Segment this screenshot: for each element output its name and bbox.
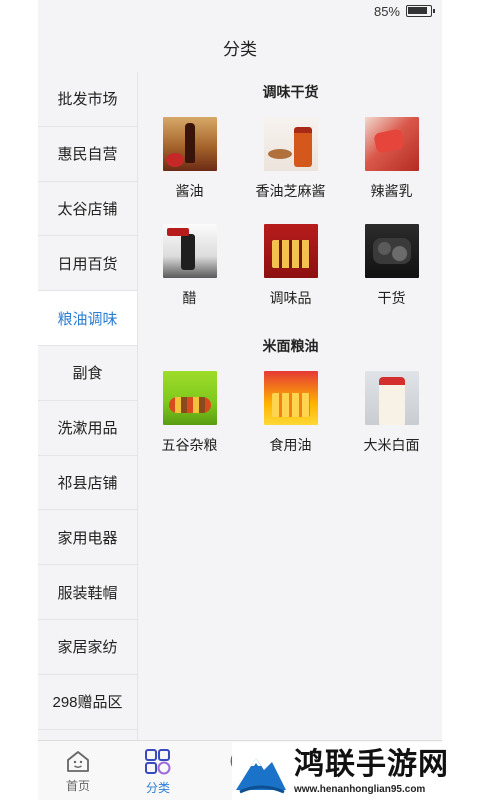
category-grid: 五谷杂粮 食用油 大米白面 (139, 366, 442, 473)
sidebar-item-label: 日用百货 (57, 255, 118, 273)
category-item-sesame-paste[interactable]: 香油芝麻酱 (240, 112, 341, 219)
category-item-label: 五谷杂粮 (161, 437, 218, 453)
seasoning-image (263, 224, 318, 278)
category-item-soy-sauce[interactable]: 酱油 (139, 112, 240, 219)
category-icon (145, 749, 171, 775)
tab-category[interactable]: 分类 (118, 741, 198, 800)
watermark-url: www.henanhonglian95.com (294, 783, 426, 795)
sidebar-item-grain-oil-seasoning[interactable]: 粮油调味 (38, 291, 137, 346)
page-header: 分类 (38, 22, 442, 72)
category-item-label: 酱油 (175, 183, 204, 199)
watermark-title: 鸿联手游网 (294, 746, 449, 782)
tab-label: 分类 (145, 781, 170, 795)
category-item-label: 醋 (182, 290, 197, 306)
category-item-seasoning[interactable]: 调味品 (240, 219, 341, 326)
category-item-vinegar[interactable]: 醋 (139, 219, 240, 326)
section-title-rice-flour-oil: 米面粮油 (262, 338, 319, 354)
page-title: 分类 (223, 39, 257, 59)
sidebar-item-label: 祁县店铺 (57, 474, 118, 492)
category-item-rice-flour[interactable]: 大米白面 (341, 366, 442, 473)
sidebar-item-daily-goods[interactable]: 日用百货 (38, 236, 137, 292)
app-screen: 85% 分类 批发市场 惠民自营 太谷店铺 日用百货 粮油调味 副食 洗漱用品 … (38, 0, 442, 800)
soy-sauce-image (162, 117, 217, 171)
sidebar-item-clothing-shoes-hats[interactable]: 服装鞋帽 (38, 565, 137, 620)
section-title-seasoning-dried: 调味干货 (262, 84, 319, 100)
category-item-grains[interactable]: 五谷杂粮 (139, 366, 240, 473)
sidebar-item-wholesale-market[interactable]: 批发市场 (38, 72, 137, 127)
grains-image (162, 371, 217, 425)
tab-home[interactable]: 首页 (38, 741, 118, 800)
sidebar-item-label: 粮油调味 (57, 310, 118, 328)
sidebar-item-label: 家居家纺 (57, 639, 118, 657)
home-icon (67, 751, 89, 772)
cooking-oil-image (263, 371, 318, 425)
category-item-label: 大米白面 (363, 437, 420, 453)
vinegar-image (162, 224, 217, 278)
category-sidebar: 批发市场 惠民自营 太谷店铺 日用百货 粮油调味 副食 洗漱用品 祁县店铺 家用… (38, 72, 138, 740)
battery-icon (406, 5, 435, 17)
sidebar-item-label: 太谷店铺 (57, 200, 118, 218)
sidebar-item-qixian-stores[interactable]: 祁县店铺 (38, 455, 137, 511)
category-item-label: 调味品 (269, 290, 312, 306)
sidebar-item-label: 家用电器 (57, 529, 118, 547)
watermark: 鸿联手游网 www.henanhonglian95.com (232, 742, 480, 800)
dried-goods-image (364, 224, 419, 278)
rice-flour-image (364, 371, 419, 425)
sesame-paste-image (263, 117, 318, 171)
sidebar-item-label: 洗漱用品 (57, 420, 118, 438)
sidebar-item-label: 批发市场 (57, 91, 118, 109)
sidebar-item-taigu-stores[interactable]: 太谷店铺 (38, 181, 137, 237)
sidebar-item-label: 副食 (72, 365, 103, 383)
tab-label: 首页 (65, 779, 90, 793)
watermark-logo (236, 758, 286, 794)
category-item-dried-goods[interactable]: 干货 (341, 219, 442, 326)
category-item-cooking-oil[interactable]: 食用油 (240, 366, 341, 473)
sidebar-item-huimin-self-run[interactable]: 惠民自营 (38, 126, 137, 182)
sidebar-item-label: 服装鞋帽 (57, 584, 118, 602)
sidebar-item-home-textiles[interactable]: 家居家纺 (38, 619, 137, 675)
category-content: 调味干货 酱油 香油芝麻酱 辣酱乳 醋 调味品 干货 米面粮油 五谷杂粮 食用油… (139, 72, 442, 740)
sidebar-item-label: 298赠品区 (52, 694, 123, 712)
battery-percentage: 85% (373, 4, 400, 19)
sidebar-item-home-appliances[interactable]: 家用电器 (38, 510, 137, 566)
sidebar-item-non-staple-food[interactable]: 副食 (38, 345, 137, 401)
category-item-label: 香油芝麻酱 (255, 183, 326, 199)
spicy-tofu-image (364, 117, 419, 171)
category-item-label: 干货 (377, 290, 406, 306)
sidebar-item-toiletries[interactable]: 洗漱用品 (38, 400, 137, 456)
sidebar-item-gift-zone-298[interactable]: 298赠品区 (38, 674, 137, 730)
category-item-label: 辣酱乳 (370, 183, 413, 199)
category-item-label: 食用油 (269, 437, 312, 453)
category-item-spicy-tofu[interactable]: 辣酱乳 (341, 112, 442, 219)
category-grid: 酱油 香油芝麻酱 辣酱乳 醋 调味品 干货 (139, 112, 442, 326)
status-bar: 85% (38, 0, 442, 22)
sidebar-item-label: 惠民自营 (57, 146, 118, 164)
